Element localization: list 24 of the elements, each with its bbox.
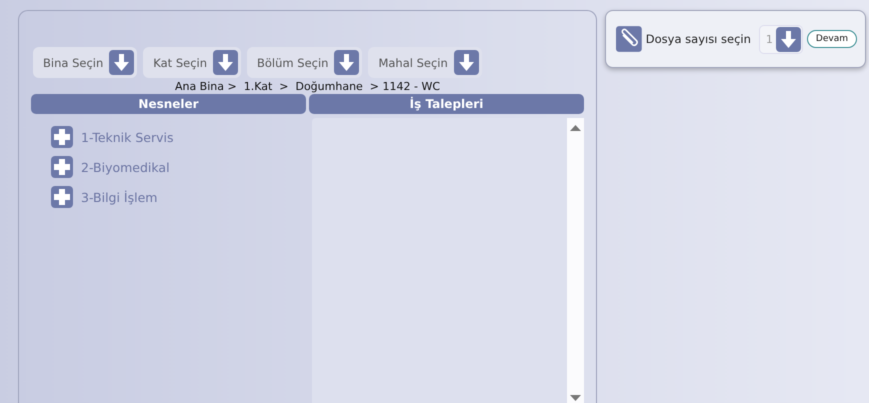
breadcrumb: Ana Bina > 1.Kat > Doğumhane > 1142 - WC: [174, 80, 442, 93]
arrow-down-icon[interactable]: [213, 50, 238, 75]
arrow-down-icon[interactable]: [454, 50, 479, 75]
plus-icon[interactable]: [51, 186, 73, 208]
select-dropdown[interactable]: Mahal Seçin: [368, 47, 482, 78]
paperclip-icon: [616, 26, 642, 52]
plus-icon[interactable]: [51, 126, 73, 148]
arrow-down-icon[interactable]: [776, 26, 801, 52]
select-dropdown[interactable]: Bina Seçin: [33, 47, 138, 78]
column-header: İş Talepleri: [309, 94, 584, 114]
scrollbar[interactable]: [567, 118, 584, 403]
arrow-down-icon[interactable]: [334, 50, 360, 75]
select-dropdown[interactable]: Bölüm Seçin: [247, 47, 362, 78]
object-item[interactable]: 2-Biyomedikal: [81, 160, 170, 174]
object-item[interactable]: 3-Bilgi İşlem: [81, 190, 158, 204]
arrow-down-icon[interactable]: [570, 395, 581, 401]
file-count-label: Dosya sayısı seçin: [646, 32, 751, 46]
arrow-up-icon[interactable]: [570, 125, 581, 131]
column-header: Nesneler: [31, 94, 306, 114]
select-dropdown[interactable]: Kat Seçin: [143, 47, 241, 78]
continue-button[interactable]: Devam: [806, 30, 857, 48]
object-item[interactable]: 1-Teknik Servis: [81, 130, 174, 144]
plus-icon[interactable]: [51, 156, 73, 178]
arrow-down-icon[interactable]: [109, 50, 134, 75]
